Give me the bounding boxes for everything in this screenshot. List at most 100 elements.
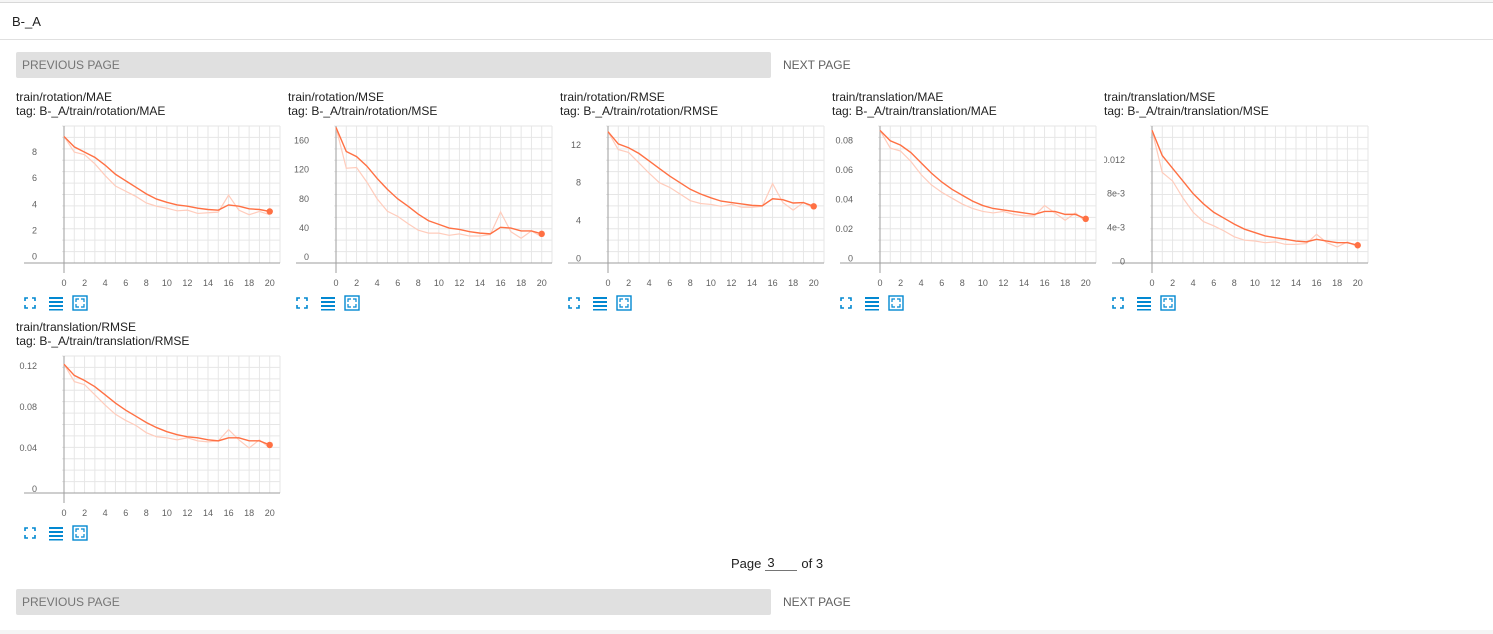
x-tick-label: 2 [82,278,87,288]
x-tick-label: 4 [103,508,108,518]
x-tick-label: 16 [496,278,506,288]
y-tick-label: 0.04 [19,443,37,453]
y-tick-label: 0.02 [835,224,853,234]
x-tick-label: 6 [939,278,944,288]
fit-domain-icon[interactable] [1160,295,1176,311]
fit-domain-icon[interactable] [616,295,632,311]
x-tick-label: 14 [1019,278,1029,288]
x-tick-label: 8 [960,278,965,288]
chart-title: train/rotation/RMSE [560,90,665,104]
x-tick-label: 6 [123,278,128,288]
y-tick-label: 0 [848,254,853,264]
x-tick-label: 12 [726,278,736,288]
data-selection-icon[interactable] [48,295,64,311]
x-tick-label: 4 [103,278,108,288]
x-tick-label: 8 [688,278,693,288]
y-tick-label: 0.04 [835,195,853,205]
y-tick-label: 80 [299,194,309,204]
x-tick-label: 10 [1250,278,1260,288]
y-tick-label: 120 [294,165,309,175]
y-tick-label: 4e-3 [1107,222,1125,232]
fit-domain-icon[interactable] [344,295,360,311]
y-tick-label: 160 [294,136,309,146]
x-tick-label: 8 [1232,278,1237,288]
last-point-marker [1082,215,1089,223]
x-tick-label: 14 [203,508,213,518]
x-tick-label: 6 [667,278,672,288]
chart-plot[interactable]: 0 0.04 0.08 0.12 0 2 4 6 8 10 12 14 16 18 20 [16,348,284,522]
previous-page-button-bottom[interactable]: PREVIOUS PAGE [16,589,771,615]
fit-domain-icon[interactable] [72,525,88,541]
y-tick-label: 4 [576,215,581,225]
last-point-marker [810,203,817,210]
x-tick-label: 10 [978,278,988,288]
y-tick-label: 8 [32,147,37,157]
scalar-chart: train/rotation/RMSE tag: B-_A/train/rotat… [560,90,830,311]
chart-title: train/translation/MAE [832,90,944,104]
data-selection-icon[interactable] [592,295,608,311]
data-selection-icon[interactable] [48,525,64,541]
x-tick-label: 14 [203,278,213,288]
x-tick-label: 0 [605,278,610,288]
x-tick-label: 20 [1081,278,1091,288]
page-indicator: Page 3 of 3 [731,552,823,571]
x-tick-label: 6 [395,278,400,288]
data-selection-icon[interactable] [1136,295,1152,311]
scalar-chart: train/translation/MAE tag: B-_A/train/tra… [832,90,1102,311]
page-total: of 3 [801,556,824,571]
x-tick-label: 16 [768,278,778,288]
chart-plot[interactable]: 0 2 4 6 8 0 2 4 6 8 10 12 14 16 18 20 [16,118,284,292]
last-point-marker [266,208,273,215]
chart-tag: tag: B-_A/train/translation/MSE [1104,104,1269,118]
expand-icon[interactable] [838,295,854,311]
x-tick-label: 18 [244,278,254,288]
x-tick-label: 14 [475,278,485,288]
x-tick-label: 20 [265,508,275,518]
y-tick-label: 0.012 [1104,155,1125,165]
y-tick-label: 12 [571,140,581,150]
x-tick-label: 14 [747,278,757,288]
x-tick-label: 16 [224,278,234,288]
y-tick-label: 0.08 [19,402,37,412]
next-page-button[interactable]: NEXT PAGE [783,52,851,78]
x-tick-label: 6 [123,508,128,518]
x-tick-label: 6 [1211,278,1216,288]
expand-icon[interactable] [22,525,38,541]
chart-plot[interactable]: 0 4 8 12 0 2 4 6 8 10 12 14 16 18 20 [560,118,828,292]
x-tick-label: 2 [82,508,87,518]
last-point-marker [266,441,273,449]
x-tick-label: 0 [61,278,66,288]
expand-icon[interactable] [566,295,582,311]
chart-tag: tag: B-_A/train/rotation/MAE [16,104,166,118]
page-number-input[interactable]: 3 [765,552,798,571]
x-tick-label: 18 [244,508,254,518]
fit-domain-icon[interactable] [72,295,88,311]
previous-page-button[interactable]: PREVIOUS PAGE [16,52,771,78]
x-tick-label: 12 [454,278,464,288]
x-tick-label: 12 [182,278,192,288]
expand-icon[interactable] [294,295,310,311]
y-tick-label: 0 [576,253,581,263]
x-tick-label: 4 [1191,278,1196,288]
x-tick-label: 2 [626,278,631,288]
x-tick-label: 10 [162,508,172,518]
x-tick-label: 16 [1312,278,1322,288]
y-tick-label: 0 [1120,256,1125,266]
chart-title: train/rotation/MSE [288,90,385,104]
next-page-button-bottom[interactable]: NEXT PAGE [783,589,851,615]
chart-plot[interactable]: 0 40 80 120 160 0 2 4 6 8 10 12 14 16 18 20 [288,118,556,292]
chart-plot[interactable]: 0 0.02 0.04 0.06 0.08 0 2 4 6 8 10 12 14 16 18 20 [832,118,1100,292]
run-header: B-_A [0,3,1493,40]
x-tick-label: 2 [898,278,903,288]
x-tick-label: 18 [1332,278,1342,288]
scalar-chart: train/translation/MSE tag: B-_A/train/tra… [1104,90,1374,311]
fit-domain-icon[interactable] [888,295,904,311]
data-selection-icon[interactable] [864,295,880,311]
expand-icon[interactable] [1110,295,1126,311]
y-tick-label: 0 [32,251,37,261]
x-tick-label: 8 [144,278,149,288]
expand-icon[interactable] [22,295,38,311]
x-tick-label: 8 [144,508,149,518]
chart-plot[interactable]: 0 4e-3 8e-3 0.012 0 2 4 6 8 10 12 14 16 18 20 [1104,118,1372,292]
data-selection-icon[interactable] [320,295,336,311]
